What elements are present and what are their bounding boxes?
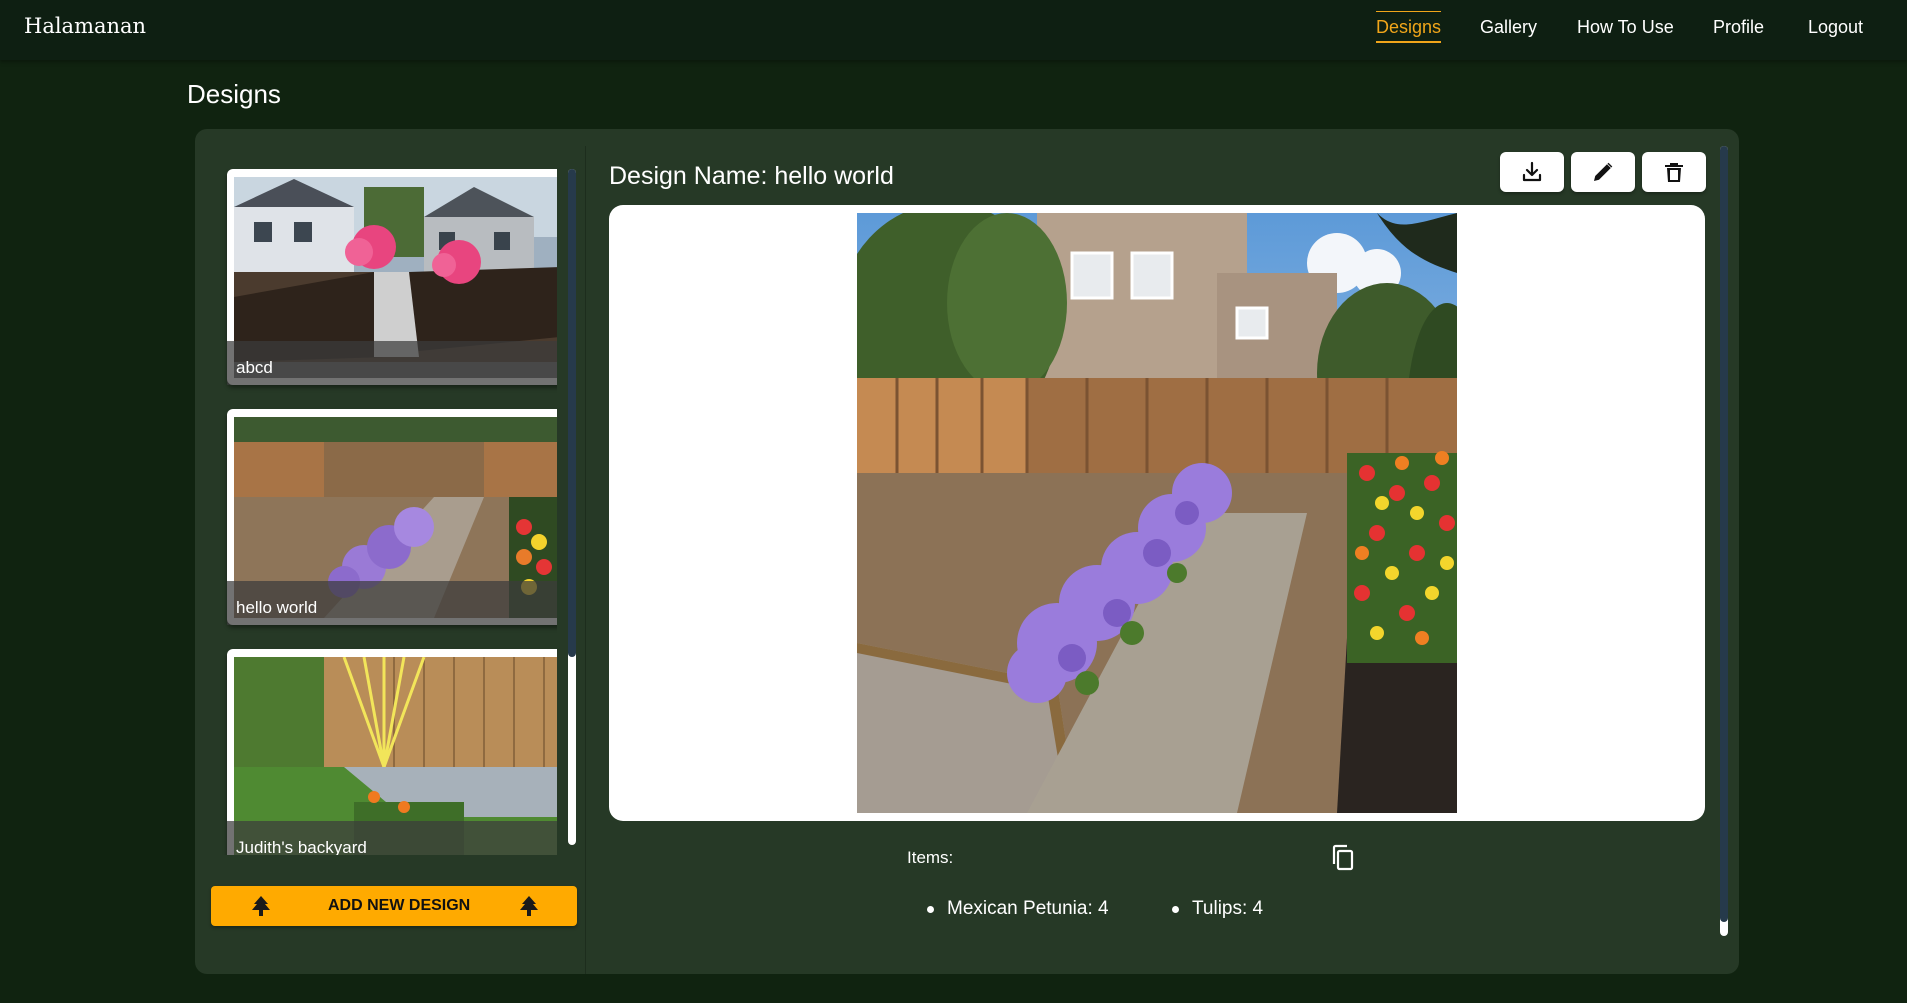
designs-panel: abcd hello world Judith's backyard ADD N… <box>195 129 1739 974</box>
bullet <box>1172 906 1179 913</box>
scrollbar-thumb[interactable] <box>1720 146 1728 922</box>
tree-icon <box>520 896 538 916</box>
add-new-design-button[interactable]: ADD NEW DESIGN <box>211 886 577 926</box>
design-list[interactable]: abcd hello world Judith's backyard <box>211 169 557 855</box>
items-label: Items: <box>907 848 954 867</box>
download-icon <box>1522 161 1542 182</box>
detail-scrollbar[interactable] <box>1720 146 1728 936</box>
design-canvas[interactable] <box>609 205 1705 821</box>
design-caption: Judith's backyard <box>227 821 557 855</box>
copy-icon[interactable] <box>1329 843 1357 873</box>
page-title: Designs <box>187 79 281 109</box>
design-card-hello-world[interactable]: hello world <box>227 409 557 625</box>
edit-button[interactable] <box>1571 152 1635 192</box>
nav-logout[interactable]: Logout <box>1808 17 1863 38</box>
design-preview-image <box>857 213 1457 813</box>
bullet <box>927 906 934 913</box>
pencil-icon <box>1594 162 1613 181</box>
brand-logo[interactable]: Halamanan <box>24 14 146 38</box>
item-text: Tulips: 4 <box>1192 898 1264 919</box>
nav-designs[interactable]: Designs <box>1376 11 1442 43</box>
panel-divider <box>585 146 586 974</box>
design-card-abcd[interactable]: abcd <box>227 169 557 385</box>
nav-gallery[interactable]: Gallery <box>1480 17 1537 38</box>
top-navbar: Halamanan Designs Gallery How To Use Pro… <box>0 0 1907 60</box>
design-name-label: hello world <box>236 598 318 617</box>
list-item: Tulips: 4 <box>1172 898 1264 920</box>
design-name-label: abcd <box>236 358 273 377</box>
download-button[interactable] <box>1500 152 1564 192</box>
design-name-label: Judith's backyard <box>236 838 367 855</box>
delete-button[interactable] <box>1642 152 1706 192</box>
design-name-heading: Design Name: hello world <box>609 162 894 190</box>
design-list-scrollbar[interactable] <box>568 169 576 845</box>
backyard-preview-illustration <box>857 213 1457 813</box>
item-text: Mexican Petunia: 4 <box>947 898 1109 919</box>
design-card-judiths-backyard[interactable]: Judith's backyard <box>227 649 557 855</box>
list-item: Mexican Petunia: 4 <box>927 898 1109 920</box>
add-new-design-label: ADD NEW DESIGN <box>328 897 471 914</box>
design-caption: hello world <box>227 581 557 625</box>
nav-profile[interactable]: Profile <box>1713 17 1764 38</box>
trash-icon <box>1665 163 1683 182</box>
nav-how-to-use[interactable]: How To Use <box>1577 17 1674 38</box>
design-caption: abcd <box>227 341 557 385</box>
scrollbar-thumb[interactable] <box>568 169 576 657</box>
tree-icon <box>252 896 270 916</box>
